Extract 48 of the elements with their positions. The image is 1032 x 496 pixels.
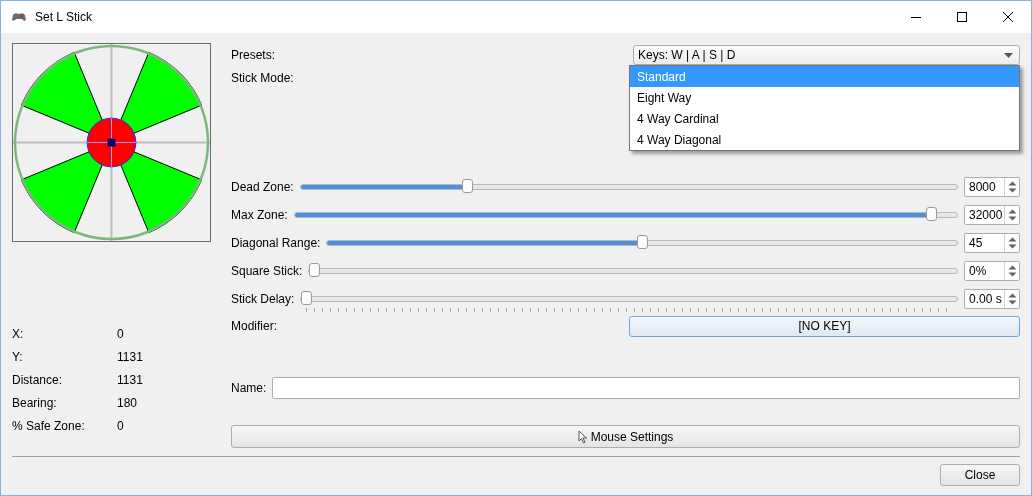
slider-thumb[interactable] (462, 179, 474, 193)
spin-arrows-icon[interactable] (1007, 236, 1017, 250)
slider-label: Square Stick: (231, 264, 303, 278)
stat-value: 1131 (117, 349, 143, 364)
slider-label: Diagonal Range: (231, 236, 321, 250)
spin-box[interactable]: 0.00 s (964, 289, 1020, 309)
spin-arrows-icon[interactable] (1007, 264, 1017, 278)
modifier-key-button[interactable]: [NO KEY] (629, 315, 1020, 337)
stick-mode-label: Stick Mode: (231, 71, 294, 85)
slider-thumb[interactable] (926, 207, 938, 221)
dropdown-option[interactable]: 4 Way Diagonal (630, 129, 1019, 150)
stat-value: 1131 (117, 372, 143, 387)
spin-arrows-icon[interactable] (1007, 292, 1017, 306)
spin-box[interactable]: 0% (964, 261, 1020, 281)
window-title: Set L Stick (35, 10, 93, 24)
slider-label: Max Zone: (231, 208, 288, 222)
gamepad-icon (11, 12, 27, 22)
stat-value: 0 (117, 418, 124, 433)
stat-label: Distance: (12, 372, 64, 387)
stat-label: Bearing: (12, 395, 58, 410)
spin-box[interactable]: 8000 (964, 177, 1020, 197)
modifier-label: Modifier: (231, 319, 277, 333)
stat-label: X: (12, 326, 25, 341)
dropdown-option[interactable]: 4 Way Cardinal (630, 108, 1019, 129)
slider-thumb[interactable] (301, 291, 313, 305)
name-label: Name: (231, 381, 267, 395)
close-icon (1003, 12, 1013, 22)
presets-label: Presets: (231, 48, 275, 62)
slider-thumb[interactable] (309, 263, 321, 277)
spin-box[interactable]: 32000 (964, 205, 1020, 225)
slider-label: Stick Delay: (231, 292, 295, 306)
spin-arrows-icon[interactable] (1007, 180, 1017, 194)
presets-dropdown[interactable]: Keys: W | A | S | D (633, 45, 1020, 65)
stat-label: % Safe Zone: (12, 418, 86, 433)
slider-label: Dead Zone: (231, 180, 294, 194)
stat-label: Y: (12, 349, 24, 364)
mouse-settings-button[interactable]: Mouse Settings (231, 425, 1020, 448)
stat-value: 0 (117, 326, 124, 341)
close-dialog-button[interactable]: Close (940, 464, 1020, 486)
spin-arrows-icon[interactable] (1007, 208, 1017, 222)
name-input-field[interactable] (272, 377, 1020, 399)
slider-thumb[interactable] (636, 235, 648, 249)
dropdown-arrow-icon (1004, 52, 1013, 58)
dropdown-option[interactable]: Eight Way (630, 87, 1019, 108)
spin-box[interactable]: 45 (964, 233, 1020, 253)
cursor-icon (577, 429, 588, 444)
stat-value: 180 (117, 395, 138, 410)
maximize-icon (957, 12, 967, 22)
